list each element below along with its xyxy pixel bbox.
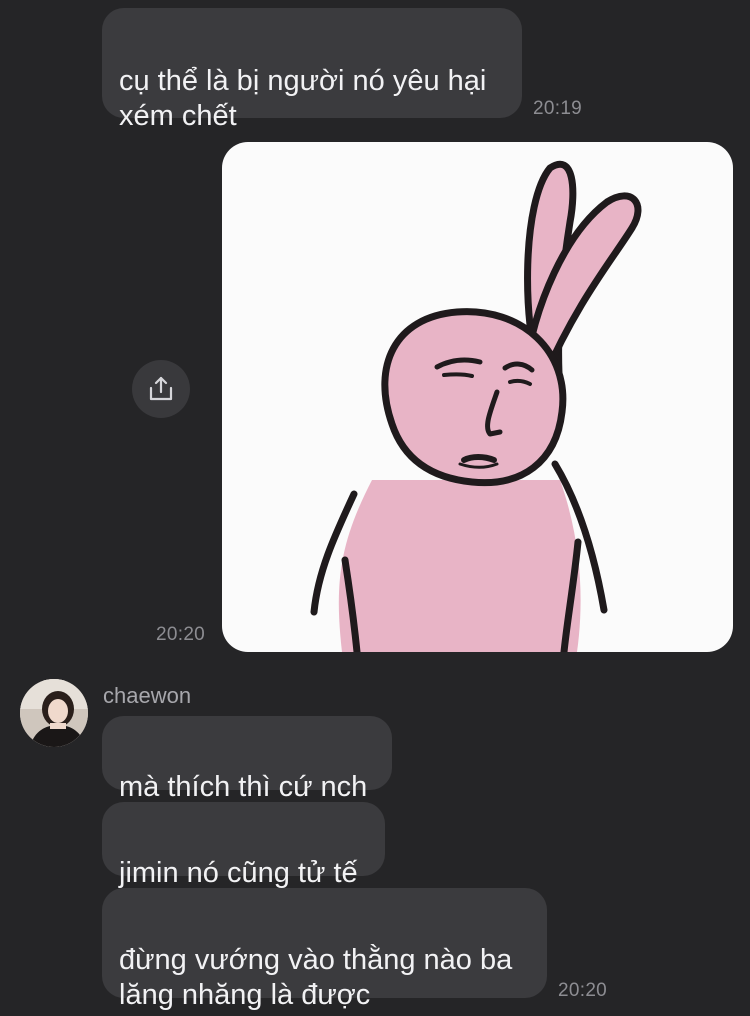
message-bubble[interactable]: jimin nó cũng tử tế: [102, 802, 385, 889]
share-upload-icon: [149, 376, 173, 401]
message-bubble[interactable]: đừng vướng vào thằng nào ba lăng nhăng l…: [102, 888, 547, 1011]
sticker-image[interactable]: [222, 142, 733, 652]
message-text: jimin nó cũng tử tế: [119, 857, 358, 889]
message-bubble[interactable]: mà thích thì cứ nch: [102, 716, 392, 803]
share-button[interactable]: [132, 360, 190, 418]
message-text: đừng vướng vào thằng nào ba lăng nhăng l…: [119, 944, 513, 1011]
chat-screen: cụ thể là bị người nó yêu hại xém chết 2…: [0, 0, 750, 1016]
message-timestamp: 20:19: [533, 98, 583, 119]
sender-name: chaewon: [103, 683, 192, 708]
avatar[interactable]: [20, 679, 88, 747]
pink-rabbit-sticker: [310, 160, 642, 652]
message-text: cụ thể là bị người nó yêu hại xém chết: [119, 65, 487, 132]
message-bubble[interactable]: cụ thể là bị người nó yêu hại xém chết: [102, 8, 522, 132]
message-text: mà thích thì cứ nch: [119, 771, 368, 803]
message-timestamp: 20:20: [156, 624, 206, 645]
profile-photo: [20, 679, 88, 747]
message-timestamp: 20:20: [558, 980, 608, 1001]
